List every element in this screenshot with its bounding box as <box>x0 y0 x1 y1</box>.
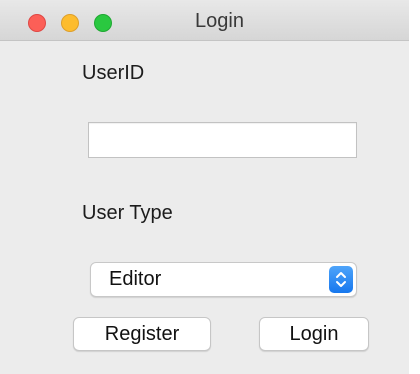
title-bar[interactable]: Login <box>0 0 409 41</box>
userid-label: UserID <box>82 62 145 84</box>
up-down-chevron-icon[interactable] <box>329 266 353 293</box>
register-button[interactable]: Register <box>73 317 211 351</box>
login-window: Login UserID User Type Editor Register L… <box>0 0 420 374</box>
window-title: Login <box>195 10 244 32</box>
userid-input[interactable] <box>88 122 357 158</box>
form-panel: UserID User Type Editor Register Login <box>0 41 409 374</box>
usertype-label: User Type <box>82 202 173 224</box>
usertype-select[interactable]: Editor <box>90 262 357 297</box>
usertype-selected-value: Editor <box>109 268 162 290</box>
login-button[interactable]: Login <box>259 317 369 351</box>
